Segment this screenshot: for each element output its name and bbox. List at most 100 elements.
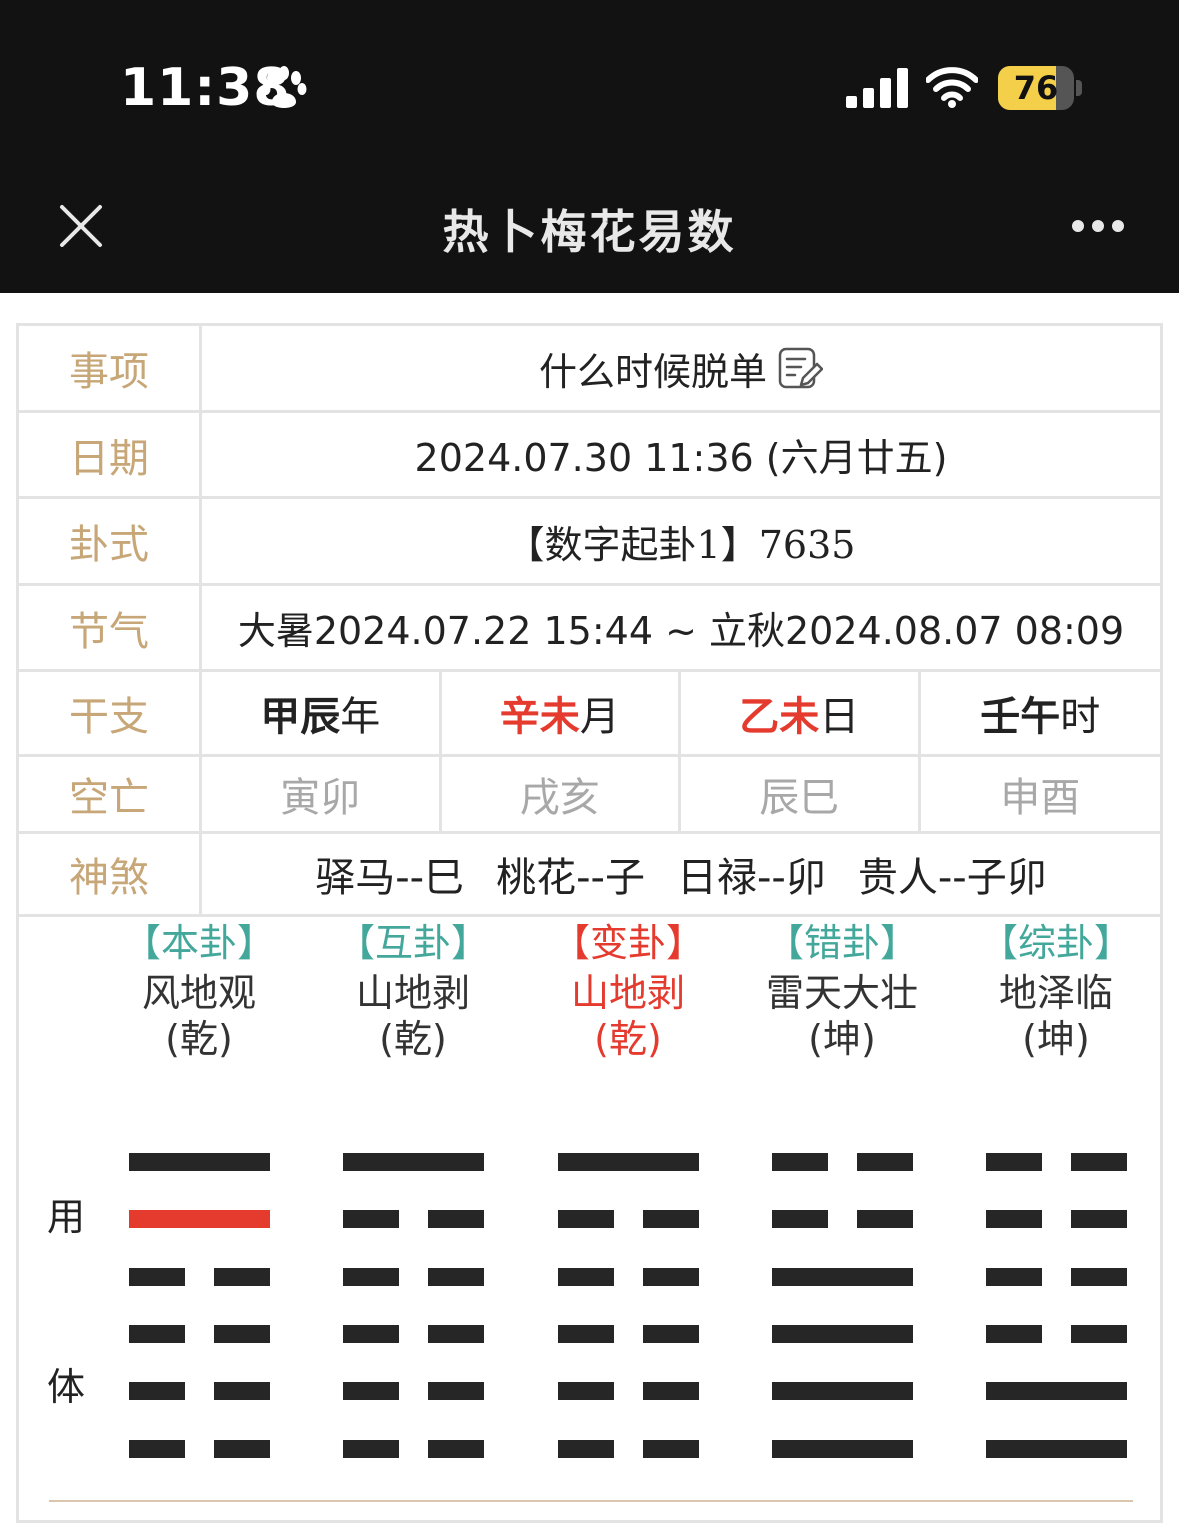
- yin-line: [558, 1267, 699, 1286]
- ganzhi-cells: 甲辰 年 辛未 月 乙未 日 壬午 时: [202, 672, 1160, 754]
- hexagram-tag: 【本卦】: [122, 921, 275, 965]
- hexagram-tag: 【变卦】: [551, 921, 704, 965]
- date-label: 日期: [19, 413, 202, 496]
- yang-line: [129, 1210, 270, 1229]
- yin-line: [343, 1210, 484, 1229]
- hexagram-name: 风地观: [141, 971, 256, 1015]
- line-segment: [129, 1267, 185, 1286]
- shensha-row: 神煞 驿马--巳 桃花--子 日禄--卯 贵人--子卯: [19, 834, 1160, 917]
- yin-line: [558, 1439, 699, 1458]
- line-segment: [1071, 1210, 1127, 1229]
- line-segment: [772, 1267, 913, 1286]
- hexagram-tag: 【综卦】: [979, 921, 1132, 965]
- yin-line: [129, 1324, 270, 1343]
- yin-line: [986, 1153, 1127, 1171]
- line-segment: [986, 1210, 1042, 1229]
- shensha-label: 神煞: [19, 834, 202, 914]
- hexagram-ben[interactable]: 【本卦】 风地观 (乾): [99, 916, 299, 1458]
- line-segment: [986, 1324, 1042, 1343]
- line-segment: [558, 1267, 614, 1286]
- line-segment: [1071, 1267, 1127, 1286]
- yang-line: [986, 1439, 1127, 1458]
- yang-line: [558, 1153, 699, 1171]
- section-divider: [49, 1500, 1133, 1502]
- hexagram-hu[interactable]: 【互卦】 山地剥 (乾): [313, 916, 513, 1458]
- line-segment: [558, 1382, 614, 1401]
- hexagram-zong[interactable]: 【综卦】 地泽临 (坤): [956, 916, 1156, 1458]
- page-title: 热卜梅花易数: [442, 205, 737, 259]
- ganzhi-row: 干支 甲辰 年 辛未 月 乙未 日 壬午 时: [19, 672, 1160, 757]
- more-icon[interactable]: [1070, 218, 1126, 234]
- ganzhi-day-suffix: 日: [819, 694, 860, 740]
- ganzhi-year: 甲辰 年: [202, 672, 442, 754]
- kongwang-row: 空亡 寅卯 戌亥 辰巳 申酉: [19, 757, 1160, 834]
- line-segment: [428, 1210, 484, 1229]
- hexagram-bian[interactable]: 【变卦】 山地剥 (乾): [528, 916, 728, 1458]
- line-segment: [129, 1324, 185, 1343]
- line-segment: [643, 1210, 699, 1229]
- matter-row: 事项 什么时候脱单: [19, 326, 1160, 413]
- yang-line: [772, 1324, 913, 1343]
- line-segment: [343, 1324, 399, 1343]
- line-segment: [643, 1382, 699, 1401]
- line-segment: [343, 1382, 399, 1401]
- yin-line: [129, 1439, 270, 1458]
- line-segment: [214, 1324, 270, 1343]
- line-segment: [857, 1210, 913, 1229]
- divination-info-table: 事项 什么时候脱单 日期 2024.07.30 11:36 (六月廿五) 卦式 …: [16, 323, 1163, 1523]
- line-segment: [643, 1267, 699, 1286]
- line-segment: [986, 1382, 1127, 1401]
- shensha-taohua: 桃花--子: [496, 855, 645, 901]
- kongwang-cells: 寅卯 戌亥 辰巳 申酉: [202, 757, 1160, 831]
- yin-line: [772, 1210, 913, 1229]
- line-segment: [129, 1153, 270, 1171]
- yang-line: [129, 1153, 270, 1171]
- line-segment: [343, 1439, 399, 1458]
- top-bar: 11:38 76 热卜梅花易数: [0, 0, 1179, 293]
- hexagram-tag: 【错卦】: [765, 921, 918, 965]
- yong-label: 用: [47, 1195, 86, 1239]
- ti-label: 体: [47, 1365, 86, 1409]
- ganzhi-label: 干支: [19, 672, 202, 754]
- shensha-yima: 驿马--巳: [315, 855, 465, 901]
- date-value: 2024.07.30 11:36 (六月廿五): [414, 436, 948, 480]
- hexagram-tag: 【互卦】: [336, 921, 489, 965]
- hexagram-name: 地泽临: [998, 971, 1113, 1015]
- edit-icon[interactable]: [777, 345, 823, 391]
- line-segment: [1071, 1324, 1127, 1343]
- line-segment: [558, 1153, 699, 1171]
- ganzhi-year-suffix: 年: [340, 694, 381, 740]
- yin-line: [772, 1153, 913, 1171]
- line-segment: [1071, 1153, 1127, 1171]
- kongwang-year: 寅卯: [202, 757, 442, 831]
- ganzhi-month-suffix: 月: [579, 694, 620, 740]
- matter-value-container: 什么时候脱单: [202, 326, 1160, 410]
- paw-icon: [262, 66, 307, 108]
- yang-line: [343, 1153, 484, 1171]
- line-segment: [772, 1324, 913, 1343]
- shensha-rilu: 日禄--卯: [677, 855, 826, 901]
- line-segment: [857, 1153, 913, 1171]
- hexagram-name: 雷天大壮: [765, 971, 918, 1015]
- yin-line: [558, 1210, 699, 1229]
- kongwang-label: 空亡: [19, 757, 202, 831]
- signal-icon: [846, 68, 908, 108]
- battery-body: 76: [998, 66, 1074, 110]
- hexagram-cuo[interactable]: 【错卦】 雷天大壮 (坤): [742, 916, 942, 1458]
- ganzhi-hour-suffix: 时: [1060, 694, 1101, 740]
- line-segment: [772, 1210, 828, 1229]
- yin-line: [558, 1382, 699, 1401]
- line-segment: [428, 1267, 484, 1286]
- battery-icon: 76: [998, 66, 1084, 110]
- shensha-guiren: 贵人--子卯: [857, 855, 1047, 901]
- ganzhi-month: 辛未 月: [442, 672, 681, 754]
- kongwang-hour: 申酉: [1000, 775, 1081, 821]
- matter-label: 事项: [19, 326, 202, 410]
- method-label: 卦式: [19, 499, 202, 583]
- line-segment: [343, 1210, 399, 1229]
- yin-line: [343, 1439, 484, 1458]
- method-row: 卦式 【数字起卦1】7635: [19, 499, 1160, 586]
- hexagram-gong: (坤): [808, 1017, 876, 1061]
- yin-line: [343, 1267, 484, 1286]
- hexagram-name: 山地剥: [355, 971, 470, 1015]
